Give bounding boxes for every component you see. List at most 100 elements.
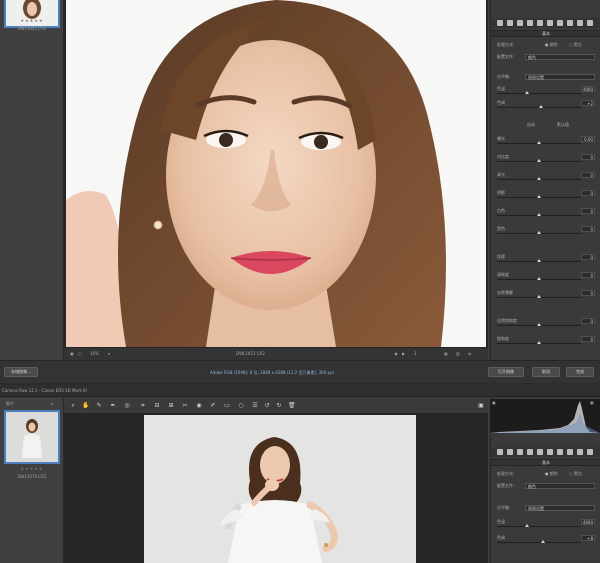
slider-knob[interactable]: [537, 213, 541, 216]
rotate-left-icon[interactable]: ↺: [264, 403, 270, 409]
white-balance-select[interactable]: 原照设置: [525, 74, 595, 80]
view-compare-icon[interactable]: ▥: [456, 351, 460, 356]
lens-tab-icon[interactable]: [547, 449, 553, 455]
basic-tab-icon[interactable]: [497, 20, 503, 26]
highlight-clipping-icon[interactable]: ▣: [590, 400, 594, 405]
hsl-tab-icon[interactable]: [527, 449, 533, 455]
filmstrip-thumbnail[interactable]: [4, 0, 60, 28]
filmstrip-thumbnail[interactable]: [4, 410, 60, 464]
thumbnail-rating[interactable]: ★★★★★: [4, 18, 60, 23]
next-image-icon[interactable]: ▶: [402, 351, 405, 356]
shadow-clipping-icon[interactable]: ▣: [492, 400, 496, 405]
slider-knob[interactable]: [537, 141, 541, 144]
zoom-tool-icon[interactable]: ⌕: [70, 403, 76, 409]
slider-knob[interactable]: [537, 323, 541, 326]
snapshots-tab-icon[interactable]: [587, 449, 593, 455]
prev-image-icon[interactable]: ◀: [394, 351, 397, 356]
slider-value[interactable]: 0: [581, 272, 595, 278]
thumbnail-rating[interactable]: ★★★★★: [4, 466, 60, 471]
slider-value[interactable]: 0: [581, 172, 595, 178]
tint-value[interactable]: +2: [581, 100, 595, 106]
effects-tab-icon[interactable]: [557, 449, 563, 455]
graduated-filter-icon[interactable]: ▭: [224, 403, 230, 409]
radial-filter-icon[interactable]: ○: [238, 403, 244, 409]
zoom-level[interactable]: 16%: [90, 351, 99, 356]
curve-tab-icon[interactable]: [507, 449, 513, 455]
treatment-bw-radio[interactable]: ○ 黑白: [569, 471, 582, 477]
presets-tab-icon[interactable]: [577, 449, 583, 455]
hsl-tab-icon[interactable]: [527, 20, 533, 26]
calibration-tab-icon[interactable]: [567, 20, 573, 26]
adjustment-brush-icon[interactable]: ✐: [210, 403, 216, 409]
slider-value[interactable]: 0: [581, 154, 595, 160]
treatment-bw-radio[interactable]: ○ 黑白: [569, 42, 582, 48]
save-image-button[interactable]: 存储图像...: [4, 367, 38, 377]
temperature-knob[interactable]: [525, 91, 529, 94]
tint-value[interactable]: +8: [581, 535, 595, 541]
slider-knob[interactable]: [537, 259, 541, 262]
done-button[interactable]: 完成: [566, 367, 594, 377]
tint-knob[interactable]: [541, 540, 545, 543]
view-single-icon[interactable]: ▦: [444, 351, 448, 356]
view-swap-icon[interactable]: ⇆: [468, 351, 471, 356]
zoom-out-icon[interactable]: ▢: [78, 351, 82, 356]
white-balance-select[interactable]: 原照设置: [525, 505, 595, 511]
cancel-button[interactable]: 取消: [532, 367, 560, 377]
tint-knob[interactable]: [539, 105, 543, 108]
auto-link[interactable]: 自动: [527, 122, 535, 128]
spot-removal-tool-icon[interactable]: ✂: [182, 403, 188, 409]
curve-tab-icon[interactable]: [507, 20, 513, 26]
target-adjust-tool-icon[interactable]: ◎: [124, 403, 130, 409]
slider-value[interactable]: 0: [581, 290, 595, 296]
fullscreen-icon[interactable]: ▣: [70, 351, 74, 356]
detail-tab-icon[interactable]: [517, 449, 523, 455]
presets-tab-icon[interactable]: [577, 20, 583, 26]
slider-value[interactable]: 0: [581, 208, 595, 214]
treatment-color-radio[interactable]: ● 颜色: [545, 42, 558, 48]
temperature-value[interactable]: 4900: [581, 519, 595, 525]
hand-tool-icon[interactable]: ✋: [82, 403, 89, 409]
open-image-button[interactable]: 打开图像: [488, 367, 524, 377]
transform-tool-icon[interactable]: ⊞: [168, 403, 174, 409]
slider-knob[interactable]: [537, 231, 541, 234]
calibration-tab-icon[interactable]: [567, 449, 573, 455]
temperature-value[interactable]: 4800: [581, 86, 595, 92]
default-link[interactable]: 默认值: [557, 122, 569, 128]
tint-track[interactable]: [497, 542, 581, 543]
slider-knob[interactable]: [537, 159, 541, 162]
split-tone-tab-icon[interactable]: [537, 20, 543, 26]
slider-value[interactable]: 0: [581, 190, 595, 196]
effects-tab-icon[interactable]: [557, 20, 563, 26]
temperature-track[interactable]: [497, 93, 581, 94]
split-tone-tab-icon[interactable]: [537, 449, 543, 455]
profile-select[interactable]: 颜色: [525, 54, 595, 60]
workflow-options-link[interactable]: Adobe RGB (1998); 8 位; 2848 x 4288 (12.2…: [210, 370, 334, 376]
fullscreen-toggle-icon[interactable]: ▣: [478, 403, 484, 409]
slider-value[interactable]: 0.00: [581, 136, 595, 142]
temperature-knob[interactable]: [525, 524, 529, 527]
lens-tab-icon[interactable]: [547, 20, 553, 26]
slider-value[interactable]: 0: [581, 336, 595, 342]
color-sampler-tool-icon[interactable]: ✒: [110, 403, 116, 409]
trash-icon[interactable]: 🗑: [288, 403, 296, 409]
detail-tab-icon[interactable]: [517, 20, 523, 26]
zoom-dropdown-icon[interactable]: ▾: [108, 351, 110, 356]
slider-value[interactable]: 0: [581, 226, 595, 232]
filmstrip-menu-icon[interactable]: ≡: [50, 401, 53, 406]
slider-knob[interactable]: [537, 295, 541, 298]
slider-knob[interactable]: [537, 277, 541, 280]
snapshots-tab-icon[interactable]: [587, 20, 593, 26]
red-eye-tool-icon[interactable]: ◉: [196, 403, 202, 409]
basic-tab-icon[interactable]: [497, 449, 503, 455]
slider-knob[interactable]: [537, 341, 541, 344]
treatment-color-radio[interactable]: ● 颜色: [545, 471, 558, 477]
crop-tool-icon[interactable]: ⌗: [140, 403, 146, 409]
image-canvas[interactable]: [64, 413, 488, 563]
slider-value[interactable]: 0: [581, 254, 595, 260]
straighten-tool-icon[interactable]: ⊟: [154, 403, 160, 409]
slider-knob[interactable]: [537, 177, 541, 180]
slider-value[interactable]: 0: [581, 318, 595, 324]
profile-select[interactable]: 颜色: [525, 483, 595, 489]
temperature-track[interactable]: [497, 526, 581, 527]
preferences-icon[interactable]: ☰: [252, 403, 258, 409]
